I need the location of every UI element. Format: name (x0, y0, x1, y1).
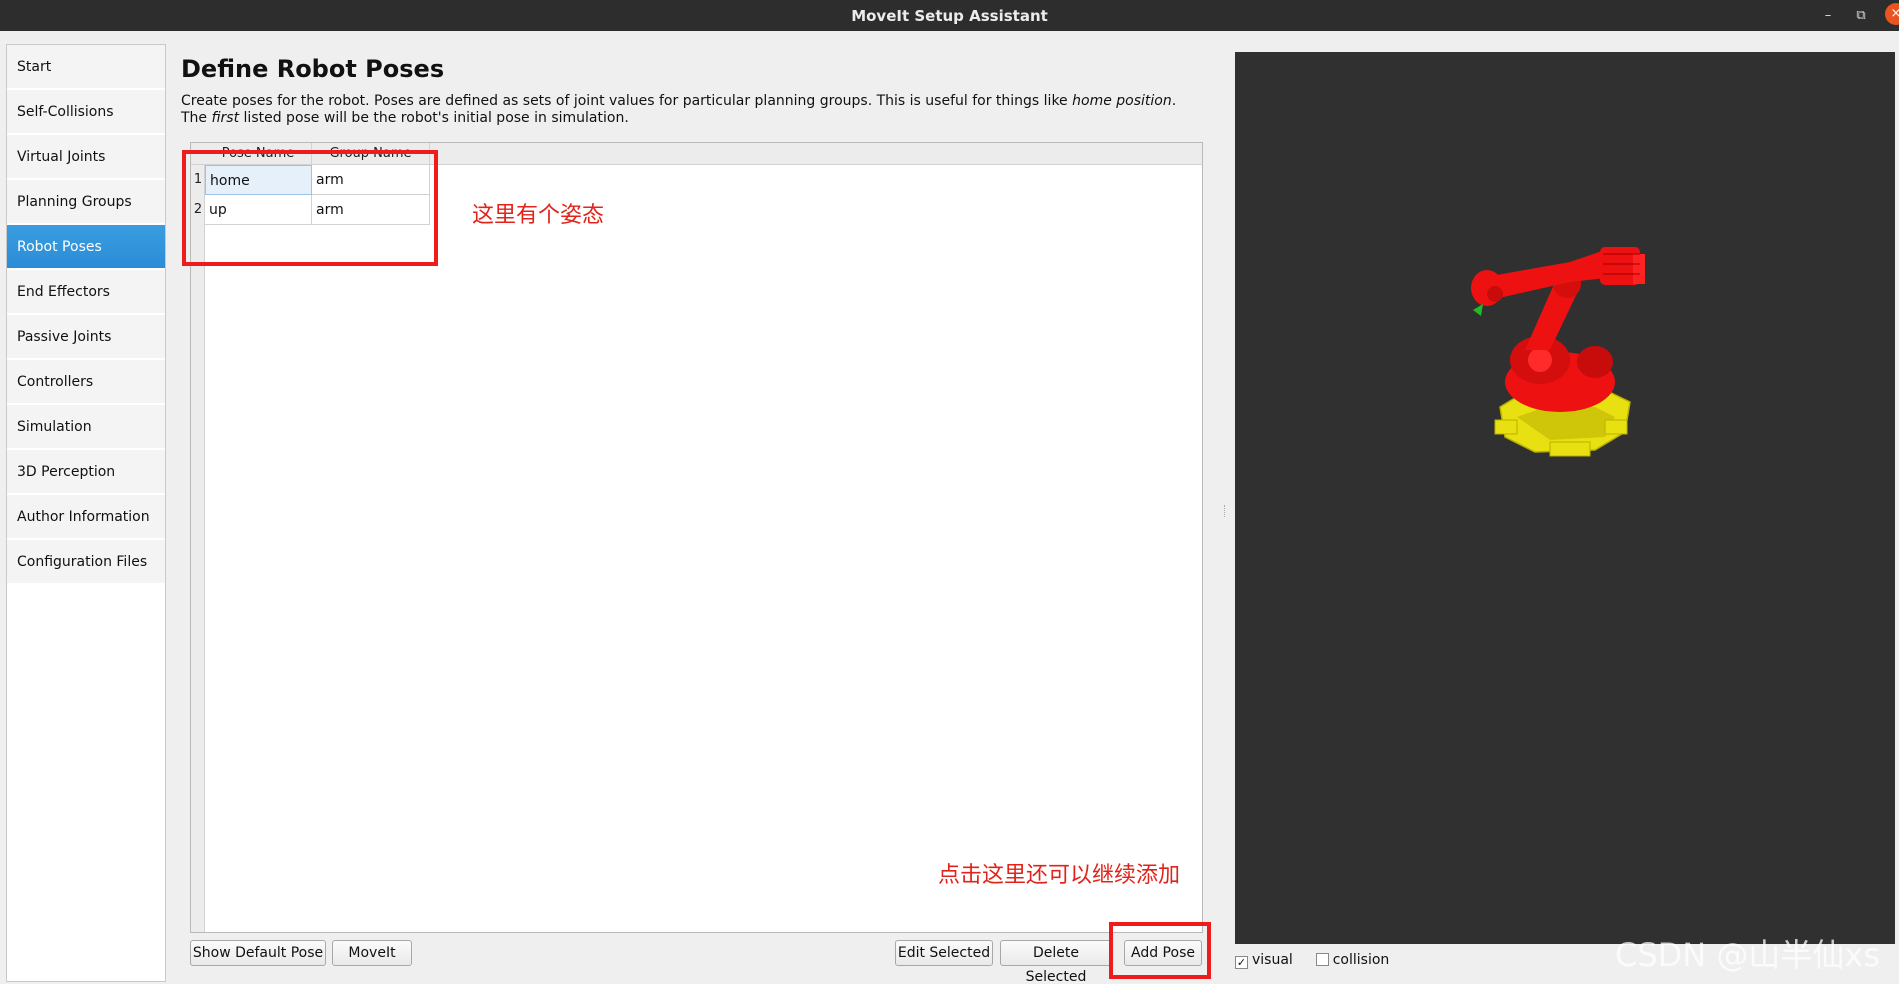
sidebar-nav: Start Self-Collisions Virtual Joints Pla… (6, 44, 166, 982)
sidebar-item-author-information[interactable]: Author Information (7, 495, 165, 539)
poses-table[interactable]: Pose Name Group Name 1 home arm 2 up arm (190, 142, 1203, 933)
description-italic-first: first (211, 110, 240, 126)
window-title: MoveIt Setup Assistant (851, 7, 1048, 25)
column-header-pose-name[interactable]: Pose Name (205, 143, 312, 165)
robot-wrist (1471, 270, 1503, 316)
sidebar-item-planning-groups[interactable]: Planning Groups (7, 180, 165, 224)
sidebar-item-virtual-joints[interactable]: Virtual Joints (7, 135, 165, 179)
page-description: Create poses for the robot. Poses are de… (181, 93, 1201, 127)
sidebar-item-robot-poses[interactable]: Robot Poses (7, 225, 165, 269)
collision-checkbox[interactable] (1315, 953, 1329, 966)
description-text: Create poses for the robot. Poses are de… (181, 93, 1073, 109)
table-header: Pose Name Group Name (191, 143, 1202, 165)
annotation-text-poses: 这里有个姿态 (472, 203, 605, 228)
sidebar-item-start[interactable]: Start (7, 45, 165, 89)
moveit-button[interactable]: MoveIt (332, 940, 412, 966)
table-cell-pose-name[interactable]: home (205, 165, 312, 195)
collision-label: collision (1332, 952, 1390, 968)
sidebar-item-configuration-files[interactable]: Configuration Files (7, 540, 165, 584)
description-italic-home: home position (1072, 93, 1172, 109)
visual-label: visual (1252, 952, 1293, 968)
edit-selected-button[interactable]: Edit Selected (895, 940, 993, 966)
robot-model (1471, 247, 1645, 457)
delete-selected-button[interactable]: Delete Selected (1000, 940, 1112, 984)
table-cell-group-name[interactable]: arm (312, 195, 430, 225)
visual-checkbox[interactable]: ✓ (1235, 956, 1248, 969)
robot-body (1505, 336, 1615, 412)
robot-3d-viewport[interactable] (1235, 52, 1895, 944)
splitter-handle[interactable] (1224, 505, 1227, 517)
sidebar-item-simulation[interactable]: Simulation (7, 405, 165, 449)
description-text: listed pose will be the robot's initial … (239, 110, 629, 126)
table-cell-pose-name[interactable]: up (205, 195, 312, 225)
page-title: Define Robot Poses (181, 55, 445, 83)
column-header-group-name[interactable]: Group Name (312, 143, 430, 165)
sidebar-item-3d-perception[interactable]: 3D Perception (7, 450, 165, 494)
viewport-options: ✓ visual collision (1235, 952, 1389, 974)
sidebar-item-end-effectors[interactable]: End Effectors (7, 270, 165, 314)
maximize-icon[interactable]: ⧉ (1851, 6, 1871, 26)
row-number: 2 (193, 202, 203, 217)
show-default-pose-button[interactable]: Show Default Pose (190, 940, 326, 966)
sidebar-item-controllers[interactable]: Controllers (7, 360, 165, 404)
title-bar: MoveIt Setup Assistant – ⧉ × (0, 0, 1899, 31)
row-number: 1 (193, 172, 203, 187)
sidebar-item-self-collisions[interactable]: Self-Collisions (7, 90, 165, 134)
annotation-text-add: 点击这里还可以继续添加 (938, 863, 1181, 888)
minimize-icon[interactable]: – (1818, 6, 1838, 26)
watermark: CSDN @山半仙xs (1615, 936, 1881, 974)
add-pose-button[interactable]: Add Pose (1124, 940, 1202, 966)
sidebar-item-passive-joints[interactable]: Passive Joints (7, 315, 165, 359)
row-number-gutter (191, 165, 205, 932)
table-cell-group-name[interactable]: arm (312, 165, 430, 195)
